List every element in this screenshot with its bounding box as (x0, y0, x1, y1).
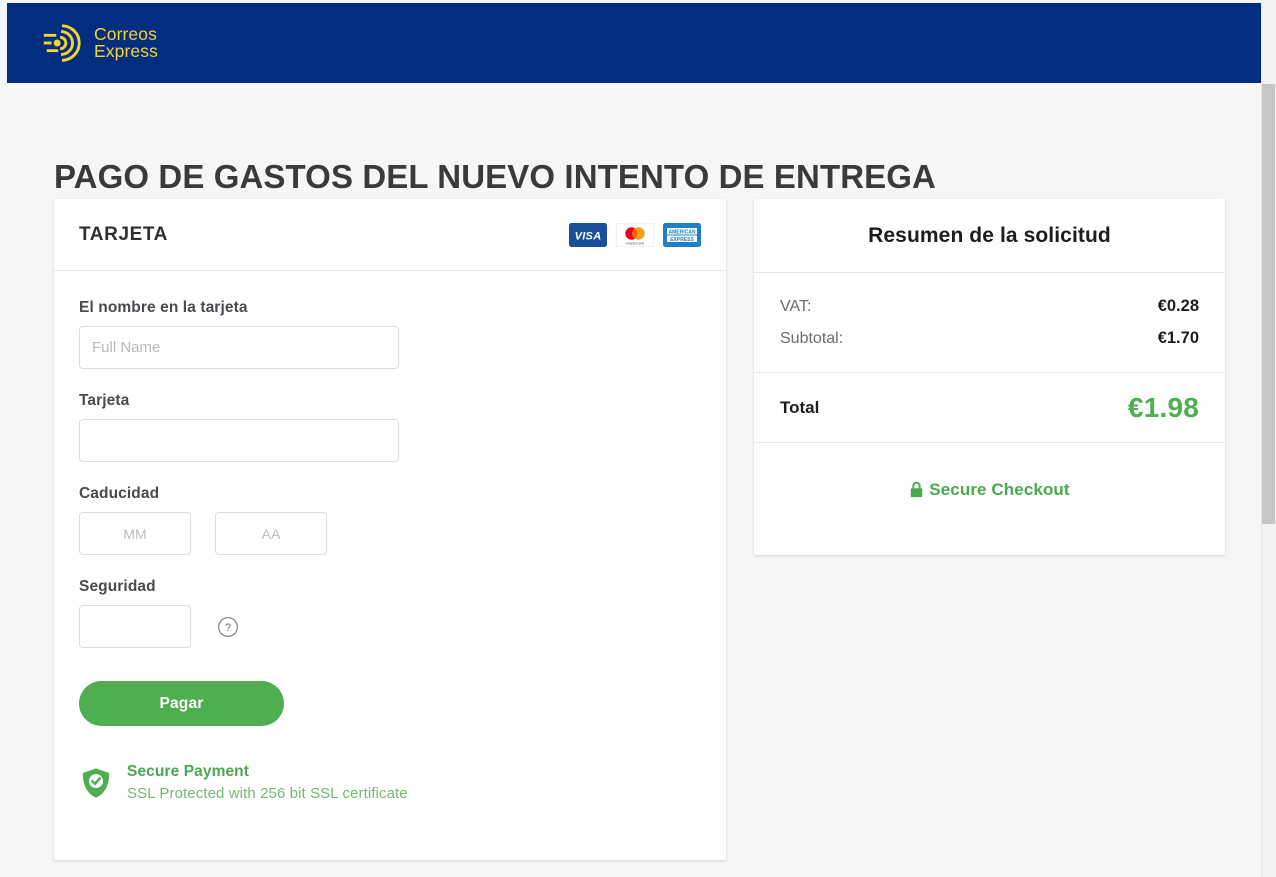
summary-label-total: Total (780, 397, 820, 417)
security-code-row: ? (79, 605, 701, 648)
summary-row-subtotal: Subtotal: €1.70 (780, 329, 1199, 348)
accepted-card-brands: VISA mastercard AMERICAN EXPRESS (569, 222, 701, 247)
visa-icon: VISA (569, 222, 607, 247)
security-code-input[interactable] (79, 605, 191, 648)
brand-logo[interactable]: Correos Express (39, 20, 158, 66)
card-number-input[interactable] (79, 419, 399, 462)
svg-text:?: ? (225, 622, 231, 634)
security-code-label: Seguridad (79, 578, 156, 595)
pay-button[interactable]: Pagar (79, 681, 284, 726)
brand-wordmark: Correos Express (94, 25, 158, 61)
summary-row-vat: VAT: €0.28 (780, 297, 1199, 316)
secure-checkout-label: Secure Checkout (929, 479, 1070, 499)
order-summary-title: Resumen de la solicitud (868, 223, 1111, 247)
correos-express-logo-icon (39, 20, 85, 66)
order-summary-lines: VAT: €0.28 Subtotal: €1.70 (754, 273, 1225, 373)
vertical-scrollbar-thumb[interactable] (1262, 84, 1275, 524)
card-number-label: Tarjeta (79, 392, 130, 409)
payment-card-body: El nombre en la tarjeta Tarjeta Caducida… (54, 271, 726, 805)
expiry-label: Caducidad (79, 485, 160, 502)
summary-value-total: €1.98 (1127, 391, 1199, 423)
browser-viewport: Correos Express PAGO DE GASTOS DEL NUEVO… (0, 0, 1276, 877)
expiry-month-input[interactable] (79, 512, 191, 555)
summary-value-subtotal: €1.70 (1157, 329, 1199, 347)
svg-text:EXPRESS: EXPRESS (670, 236, 694, 242)
brand-line-2: Express (94, 41, 158, 61)
american-express-icon: AMERICAN EXPRESS (663, 222, 701, 247)
order-summary-panel: Resumen de la solicitud VAT: €0.28 Subto… (754, 199, 1225, 555)
secure-payment-title: Secure Payment (127, 763, 250, 780)
secure-payment-subtitle: SSL Protected with 256 bit SSL certifica… (127, 784, 408, 802)
question-circle-icon[interactable]: ? (217, 616, 239, 638)
svg-text:VISA: VISA (575, 230, 602, 242)
lock-icon (909, 481, 924, 498)
expiry-row (79, 512, 701, 555)
svg-text:mastercard: mastercard (626, 241, 644, 245)
summary-row-total: Total €1.98 (754, 373, 1225, 443)
summary-label-vat: VAT: (780, 298, 812, 315)
secure-payment-notice: Secure Payment SSL Protected with 256 bi… (79, 761, 701, 805)
order-summary-header: Resumen de la solicitud (754, 199, 1225, 273)
secure-checkout-notice: Secure Checkout (754, 443, 1225, 536)
secure-payment-text: Secure Payment SSL Protected with 256 bi… (127, 761, 408, 805)
payment-card-title: TARJETA (79, 223, 168, 245)
site-header: Correos Express (7, 3, 1269, 83)
summary-label-subtotal: Subtotal: (780, 330, 844, 347)
shield-check-icon (79, 766, 113, 800)
page-title: PAGO DE GASTOS DEL NUEVO INTENTO DE ENTR… (54, 158, 936, 196)
cardholder-name-label: El nombre en la tarjeta (79, 299, 248, 316)
payment-card-header: TARJETA VISA mastercard AMERICAN EXPRESS (54, 199, 726, 271)
expiry-year-input[interactable] (215, 512, 327, 555)
summary-value-vat: €0.28 (1157, 297, 1199, 315)
payment-card-panel: TARJETA VISA mastercard AMERICAN EXPRESS… (54, 199, 726, 860)
cardholder-name-input[interactable] (79, 326, 399, 369)
page-left-gutter (0, 0, 7, 877)
mastercard-icon: mastercard (616, 222, 654, 247)
svg-text:AMERICAN: AMERICAN (669, 229, 696, 235)
